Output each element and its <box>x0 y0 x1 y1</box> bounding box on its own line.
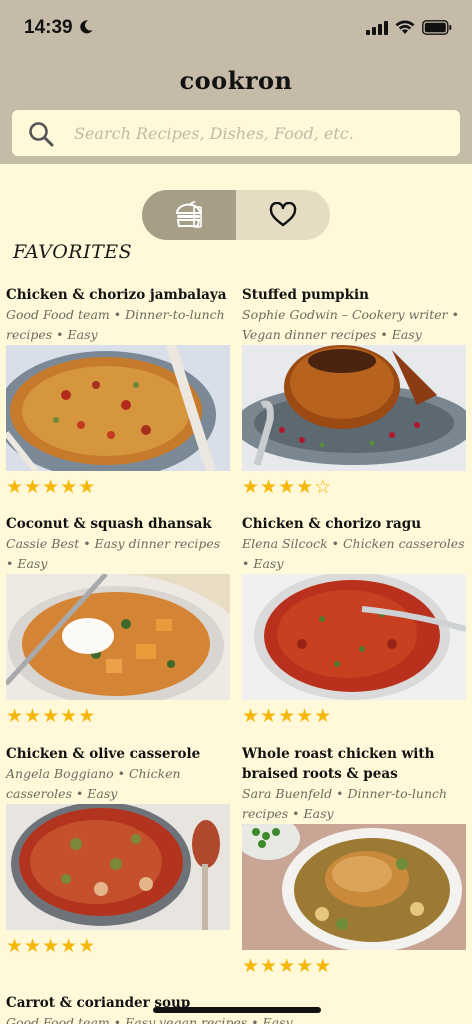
status-icons <box>366 20 452 35</box>
moon-icon <box>80 20 93 34</box>
tab-recipes[interactable] <box>142 190 236 240</box>
star-filled-icon: ★ <box>60 476 78 498</box>
rating-stars: ★ ★ ★ ★ ★ <box>6 706 230 726</box>
status-bar: 14:39 <box>0 0 472 56</box>
recipe-meta: Sara Buenfeld • Dinner-to-lunch recipes … <box>242 786 448 821</box>
recipe-image <box>6 345 230 471</box>
recipe-title: Chicken & olive casserole <box>6 746 201 762</box>
star-filled-icon: ★ <box>278 476 296 498</box>
recipe-image <box>6 574 230 700</box>
star-empty-icon: ☆ <box>314 476 332 498</box>
star-filled-icon: ★ <box>42 935 60 957</box>
star-filled-icon: ★ <box>6 476 24 498</box>
recipe-title: Stuffed pumpkin <box>242 287 369 303</box>
recipe-card[interactable]: Chicken & chorizo jambalaya Good Food te… <box>6 285 230 497</box>
search-icon[interactable] <box>28 121 54 147</box>
recipe-card[interactable]: Chicken & olive casserole Angela Boggian… <box>6 744 230 956</box>
recipe-title: Coconut & squash dhansak <box>6 516 212 532</box>
signal-icon <box>366 20 388 35</box>
recipe-card[interactable]: Whole roast chicken with braised roots &… <box>242 744 466 976</box>
star-filled-icon: ★ <box>314 705 332 727</box>
star-filled-icon: ★ <box>260 955 278 977</box>
recipe-image <box>242 345 466 471</box>
home-indicator[interactable] <box>153 1007 321 1013</box>
recipe-meta: Good Food team • Easy vegan recipes • Ea… <box>6 1015 293 1024</box>
star-filled-icon: ★ <box>242 955 260 977</box>
recipe-meta: Good Food team • Dinner-to-lunch recipes… <box>6 307 225 342</box>
favorites-toggle <box>142 190 330 240</box>
recipe-card[interactable]: Coconut & squash dhansak Cassie Best • E… <box>6 514 230 726</box>
recipe-title: Chicken & chorizo ragu <box>242 516 422 532</box>
star-filled-icon: ★ <box>6 705 24 727</box>
recipe-title: Chicken & chorizo jambalaya <box>6 287 227 303</box>
star-filled-icon: ★ <box>42 705 60 727</box>
recipe-card[interactable]: Stuffed pumpkin Sophie Godwin – Cookery … <box>242 285 466 497</box>
recipe-meta: Elena Silcock • Chicken casseroles • Eas… <box>242 536 465 571</box>
rating-stars: ★ ★ ★ ★ ★ <box>242 956 466 976</box>
recipe-meta: Angela Boggiano • Chicken casseroles • E… <box>6 766 181 801</box>
heart-icon <box>269 202 297 227</box>
rating-stars: ★ ★ ★ ★ ★ <box>6 936 230 956</box>
star-filled-icon: ★ <box>78 476 96 498</box>
star-filled-icon: ★ <box>24 476 42 498</box>
star-filled-icon: ★ <box>24 935 42 957</box>
star-filled-icon: ★ <box>6 935 24 957</box>
star-filled-icon: ★ <box>296 476 314 498</box>
recipe-image <box>242 574 466 700</box>
search-input[interactable] <box>74 110 450 156</box>
star-filled-icon: ★ <box>260 705 278 727</box>
star-filled-icon: ★ <box>24 705 42 727</box>
burger-icon <box>175 201 202 228</box>
rating-stars: ★ ★ ★ ★ ☆ <box>242 477 466 497</box>
star-filled-icon: ★ <box>60 705 78 727</box>
star-filled-icon: ★ <box>60 935 78 957</box>
star-filled-icon: ★ <box>78 935 96 957</box>
star-filled-icon: ★ <box>296 705 314 727</box>
recipe-meta: Sophie Godwin – Cookery writer • Vegan d… <box>242 307 459 342</box>
recipe-meta: Cassie Best • Easy dinner recipes • Easy <box>6 536 221 571</box>
status-time: 14:39 <box>24 17 73 38</box>
battery-icon <box>422 20 452 35</box>
star-filled-icon: ★ <box>278 705 296 727</box>
star-filled-icon: ★ <box>78 705 96 727</box>
star-filled-icon: ★ <box>260 476 278 498</box>
section-title: FAVORITES <box>13 241 133 263</box>
star-filled-icon: ★ <box>296 955 314 977</box>
star-filled-icon: ★ <box>314 955 332 977</box>
star-filled-icon: ★ <box>42 476 60 498</box>
recipe-image <box>6 804 230 930</box>
app-title: cookron <box>179 66 293 95</box>
wifi-icon <box>395 20 415 34</box>
star-filled-icon: ★ <box>242 476 260 498</box>
recipe-title: Whole roast chicken with braised roots &… <box>242 746 435 782</box>
rating-stars: ★ ★ ★ ★ ★ <box>242 706 466 726</box>
recipe-card[interactable]: Chicken & chorizo ragu Elena Silcock • C… <box>242 514 466 726</box>
search-bar[interactable] <box>12 110 460 156</box>
star-filled-icon: ★ <box>278 955 296 977</box>
star-filled-icon: ★ <box>242 705 260 727</box>
recipe-image <box>242 824 466 950</box>
tab-favorites[interactable] <box>236 190 330 240</box>
rating-stars: ★ ★ ★ ★ ★ <box>6 477 230 497</box>
app-header: 14:39 cookron <box>0 0 472 164</box>
